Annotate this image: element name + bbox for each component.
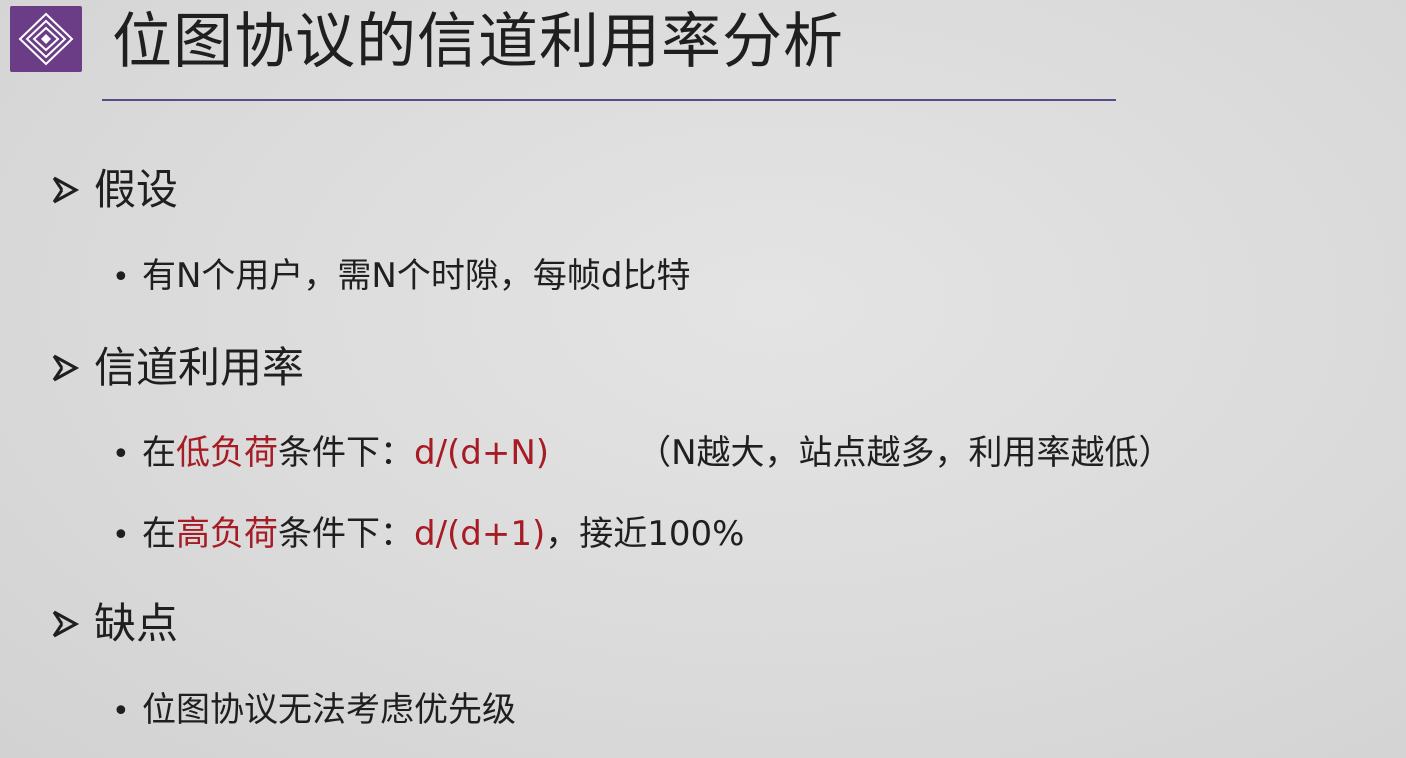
condition-text: 条件下：: [278, 433, 414, 473]
heading-text: 信道利用率: [94, 343, 305, 392]
bullet-drawback-1: • 位图协议无法考虑优先级: [112, 688, 516, 732]
heading-drawback: 缺点: [50, 598, 178, 650]
slide: 位图协议的信道利用率分析 假设 • 有N个用户，需N个时隙，每帧d比特 信道利用率…: [0, 0, 1406, 758]
prefix-text: 在: [142, 433, 176, 473]
heading-text: 缺点: [94, 599, 179, 648]
high-load-highlight: 高负荷: [176, 514, 278, 554]
arrow-bullet-icon: [50, 342, 94, 383]
high-load-formula: d/(d+1): [414, 514, 546, 554]
prefix-text: 在: [142, 514, 176, 554]
bullet-dot: •: [112, 518, 130, 553]
heading-utilization: 信道利用率: [50, 342, 304, 394]
bullet-text: 有N个用户，需N个时隙，每帧d比特: [142, 256, 691, 296]
arrow-bullet-icon: [50, 598, 94, 639]
concentric-diamond-logo-icon: [10, 6, 82, 72]
bullet-assumption-1: • 有N个用户，需N个时隙，每帧d比特: [112, 254, 690, 298]
condition-text: 条件下：: [278, 514, 414, 554]
title-underline: [102, 99, 1116, 101]
bullet-dot: •: [112, 694, 130, 729]
high-load-tail: ，接近100%: [545, 514, 745, 554]
bullet-dot: •: [112, 437, 130, 472]
low-load-note: （N越大，站点越多，利用率越低）: [637, 433, 1173, 473]
bullet-high-load: • 在高负荷条件下：d/(d+1)，接近100%: [112, 512, 744, 556]
slide-title: 位图协议的信道利用率分析: [112, 7, 844, 77]
low-load-formula: d/(d+N): [414, 433, 550, 473]
low-load-highlight: 低负荷: [176, 433, 278, 473]
bullet-low-load: • 在低负荷条件下：d/(d+N) （N越大，站点越多，利用率越低）: [112, 431, 1173, 475]
bullet-text: 位图协议无法考虑优先级: [142, 690, 516, 730]
heading-assumption: 假设: [50, 164, 178, 216]
arrow-bullet-icon: [50, 164, 94, 205]
bullet-dot: •: [112, 260, 130, 295]
heading-text: 假设: [94, 165, 179, 214]
